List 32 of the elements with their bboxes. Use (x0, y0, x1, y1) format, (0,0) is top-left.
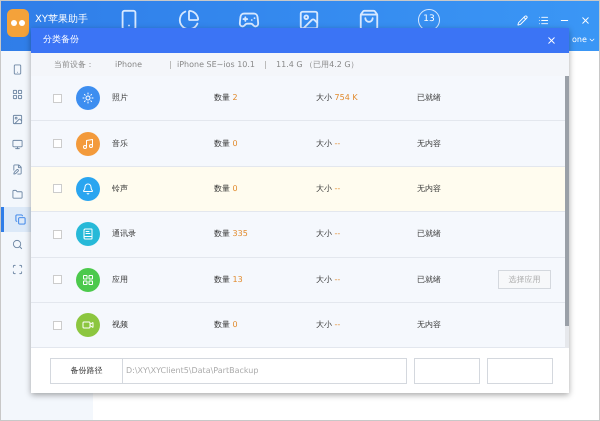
status-text: 已就绪 (417, 274, 442, 286)
item-size: 大小 -- (316, 274, 342, 286)
status-text: 已就绪 (417, 92, 442, 104)
category-name: 通讯录 (112, 228, 137, 240)
item-count: 数量 335 (214, 228, 249, 240)
path-value: D:\XY\XYClient5\Data\PartBackup (126, 364, 258, 377)
category-name: 照片 (112, 92, 129, 104)
item-count: 数量 13 (214, 274, 244, 286)
app-title: XY苹果助手 (35, 14, 88, 26)
device-model: iPhone SE~ios 10.1 (170, 60, 266, 68)
dialog-title: 分类备份 (43, 34, 79, 47)
status-text: 无内容 (417, 138, 442, 150)
item-count: 数量 0 (214, 319, 239, 332)
status-text: 无内容 (417, 319, 442, 332)
path-label: 备份路径 (51, 358, 123, 383)
category-name: 铃声 (112, 182, 129, 195)
item-size: 大小 -- (316, 319, 342, 332)
item-count: 数量 2 (214, 92, 239, 104)
status-text: 已就绪 (417, 228, 442, 240)
item-size: 大小 754 K (316, 92, 359, 104)
category-name: 视频 (112, 319, 129, 332)
item-count: 数量 0 (214, 138, 239, 150)
status-text: 无内容 (417, 182, 442, 195)
item-size: 大小 -- (316, 228, 342, 240)
category-name: 音乐 (112, 138, 129, 150)
item-size: 大小 -- (316, 138, 342, 150)
device-storage: 11.4 G （已用4.2 G） (265, 60, 359, 68)
device-name: iPhone (115, 58, 144, 70)
item-size: 大小 -- (316, 182, 342, 195)
device-label: 当前设备： (54, 58, 95, 70)
category-name: 应用 (112, 274, 129, 286)
item-count: 数量 0 (214, 182, 239, 195)
